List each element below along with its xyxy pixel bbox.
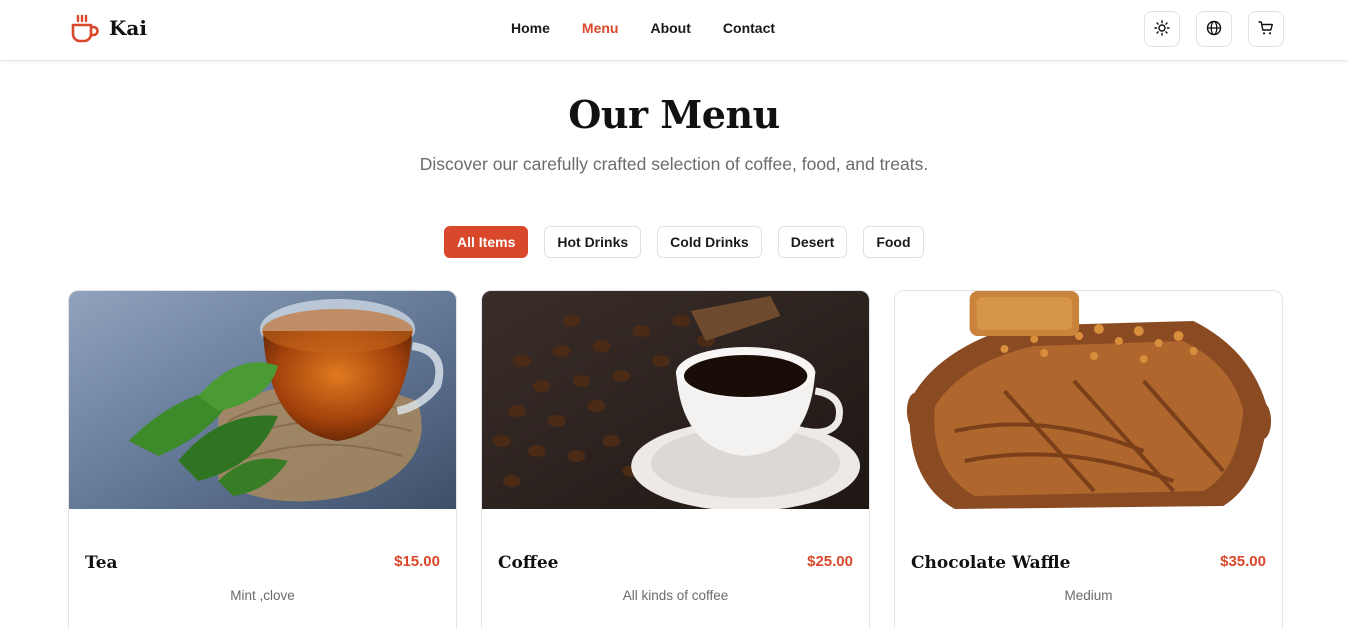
menu-card-chocolate-waffle[interactable]: Chocolate Waffle $35.00 Medium — [894, 290, 1283, 628]
menu-card-tea[interactable]: Tea $15.00 Mint ,clove — [68, 290, 457, 628]
filter-desert[interactable]: Desert — [777, 226, 848, 258]
item-description: Mint ,clove — [230, 588, 295, 603]
page-subtitle: Discover our carefully crafted selection… — [419, 154, 929, 174]
cart-icon — [1258, 20, 1274, 39]
nav-link-home[interactable]: Home — [511, 20, 550, 36]
nav-actions — [1144, 11, 1284, 47]
menu-card-coffee[interactable]: Coffee $25.00 All kinds of coffee — [481, 290, 870, 628]
cart-button[interactable] — [1248, 11, 1284, 47]
language-button[interactable] — [1196, 11, 1232, 47]
page-title: Our Menu — [568, 92, 780, 137]
theme-toggle-button[interactable] — [1144, 11, 1180, 47]
brand-logo[interactable]: Kai — [69, 13, 147, 43]
coffee-image — [482, 291, 869, 509]
nav-link-contact[interactable]: Contact — [723, 20, 775, 36]
item-price: $15.00 — [394, 553, 440, 570]
filter-all-items[interactable]: All Items — [444, 226, 529, 258]
tea-image — [69, 291, 456, 509]
main-nav: Home Menu About Contact — [511, 20, 775, 36]
item-name: Chocolate Waffle — [911, 553, 1071, 573]
item-description: All kinds of coffee — [622, 588, 729, 603]
nav-link-about[interactable]: About — [650, 20, 690, 36]
item-description: Medium — [1064, 588, 1113, 603]
filter-hot-drinks[interactable]: Hot Drinks — [544, 226, 642, 258]
category-filters: All Items Hot Drinks Cold Drinks Desert … — [444, 226, 924, 258]
filter-cold-drinks[interactable]: Cold Drinks — [657, 226, 762, 258]
coffee-cup-icon — [69, 13, 100, 43]
nav-link-menu[interactable]: Menu — [582, 20, 619, 36]
item-price: $35.00 — [1220, 553, 1266, 570]
navbar: Kai Home Menu About Contact — [0, 0, 1348, 61]
item-name: Tea — [85, 553, 118, 573]
sun-icon — [1154, 19, 1170, 39]
item-name: Coffee — [498, 553, 559, 573]
filter-food[interactable]: Food — [863, 226, 924, 258]
item-price: $25.00 — [807, 553, 853, 570]
waffle-image — [895, 291, 1282, 509]
brand-name: Kai — [109, 16, 147, 40]
globe-icon — [1206, 20, 1222, 39]
